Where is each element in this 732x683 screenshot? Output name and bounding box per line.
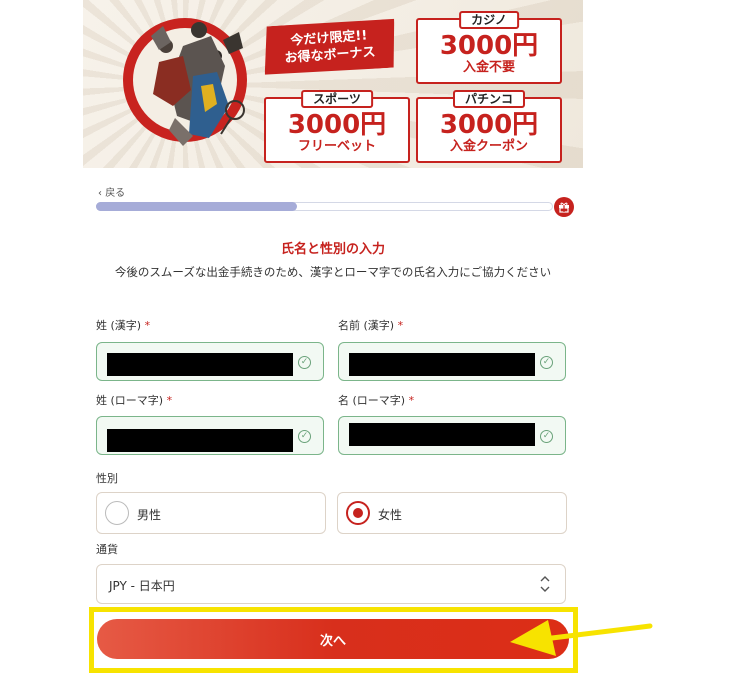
- required-mark: *: [144, 319, 151, 332]
- sports-bonus-box: スポーツ 3000円 フリーベット: [264, 90, 410, 163]
- form-title: 氏名と性別の入力: [280, 242, 385, 257]
- gender-option-female[interactable]: 女性: [337, 492, 567, 534]
- required-mark: *: [397, 319, 404, 332]
- currency-value: JPY - 日本円: [109, 579, 175, 593]
- annotation-arrow: [510, 620, 653, 656]
- sports-sub: フリーベット: [297, 138, 376, 154]
- radio-button[interactable]: [105, 501, 129, 525]
- gift-icon: [554, 197, 574, 217]
- casino-label: カジノ: [459, 11, 519, 29]
- gender-option-male[interactable]: 男性: [96, 492, 326, 534]
- first-name-kanji-label-text: 名前 (漢字): [338, 319, 395, 332]
- pachinko-label: パチンコ: [452, 90, 526, 108]
- back-label: 戻る: [105, 188, 126, 199]
- casino-bonus-box: カジノ 3000円 入金不要: [416, 11, 562, 84]
- first-name-roman-input[interactable]: ✓: [338, 416, 566, 455]
- check-circle-icon: ✓: [298, 430, 311, 443]
- casino-sub: 入金不要: [462, 59, 515, 75]
- sports-amount: 3000円: [287, 109, 387, 140]
- gender-label: 性別: [96, 472, 118, 485]
- pachinko-amount: 3000円: [439, 109, 539, 140]
- sports-label: スポーツ: [301, 90, 373, 108]
- redacted-value: [349, 423, 535, 446]
- back-link[interactable]: ‹ 戻る: [98, 184, 125, 199]
- athletes-illustration: [151, 22, 245, 146]
- updown-chevron-icon: [539, 573, 551, 596]
- first-name-roman-label: 名 (ローマ字) *: [338, 392, 414, 408]
- gender-female-label: 女性: [378, 508, 403, 522]
- check-circle-icon: ✓: [540, 430, 553, 443]
- required-mark: *: [408, 394, 415, 407]
- redacted-value: [107, 429, 293, 452]
- redacted-value: [349, 353, 535, 376]
- last-name-roman-input[interactable]: ✓: [96, 416, 324, 455]
- pachinko-sub: 入金クーポン: [449, 138, 528, 154]
- last-name-roman-label: 姓 (ローマ字) *: [96, 392, 172, 408]
- last-name-roman-label-text: 姓 (ローマ字): [96, 394, 164, 407]
- first-name-kanji-input[interactable]: ✓: [338, 342, 566, 381]
- casino-amount: 3000円: [439, 30, 539, 61]
- progress-fill: [96, 202, 297, 211]
- first-name-kanji-label: 名前 (漢字) *: [338, 317, 403, 333]
- currency-label: 通貨: [96, 543, 118, 556]
- last-name-kanji-label: 姓 (漢字) *: [96, 317, 150, 333]
- check-circle-icon: ✓: [298, 356, 311, 369]
- currency-select[interactable]: JPY - 日本円: [96, 564, 566, 604]
- pachinko-bonus-box: パチンコ 3000円 入金クーポン: [416, 90, 562, 163]
- last-name-kanji-label-text: 姓 (漢字): [96, 319, 142, 332]
- bonus-banner[interactable]: 今だけ限定!! お得なボーナス カジノ 3000円 入金不要 スポーツ 3000…: [83, 0, 583, 168]
- first-name-roman-label-text: 名 (ローマ字): [338, 394, 406, 407]
- last-name-kanji-input[interactable]: ✓: [96, 342, 324, 381]
- promo-tag: 今だけ限定!! お得なボーナス: [261, 17, 397, 76]
- registration-panel: 今だけ限定!! お得なボーナス カジノ 3000円 入金不要 スポーツ 3000…: [83, 0, 583, 683]
- radio-button-selected[interactable]: [346, 501, 370, 525]
- gender-male-label: 男性: [137, 508, 162, 522]
- form-description: 今後のスムーズな出金手続きのため、漢字とローマ字での氏名入力にご協力ください: [114, 265, 552, 279]
- required-mark: *: [166, 394, 173, 407]
- check-circle-icon: ✓: [540, 356, 553, 369]
- next-button[interactable]: 次へ: [97, 619, 569, 659]
- redacted-value: [107, 353, 293, 376]
